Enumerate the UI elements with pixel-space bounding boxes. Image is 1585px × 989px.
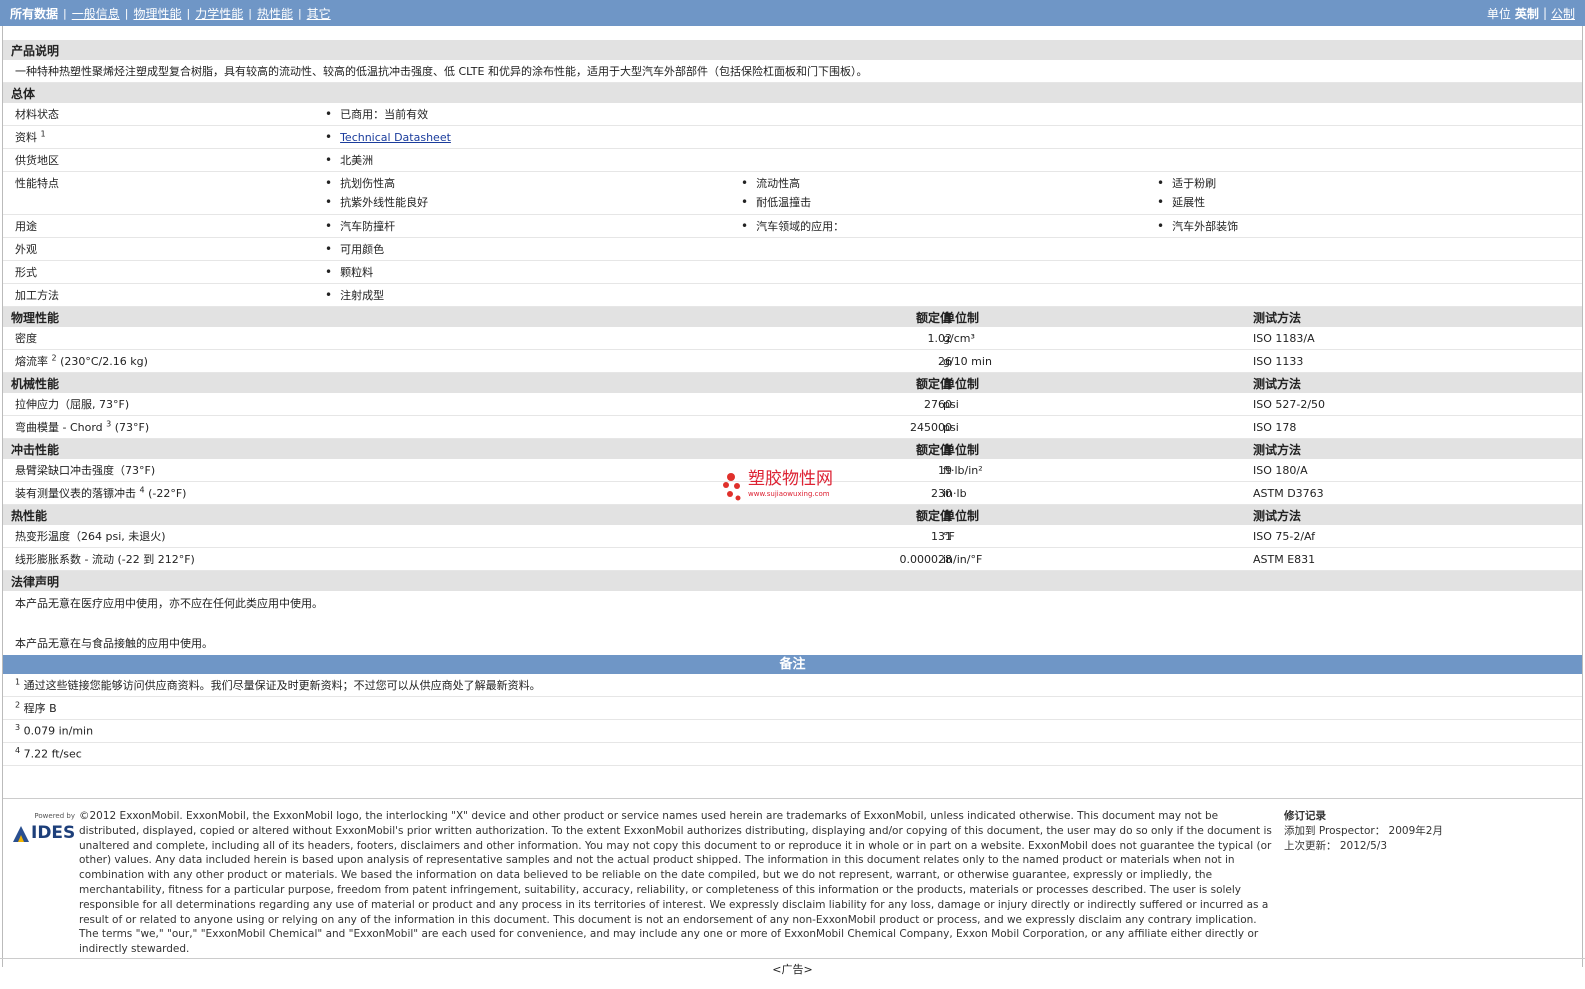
tab-thermal[interactable]: 热性能 (257, 5, 293, 22)
general-row: 供货地区 北美洲 (3, 149, 1582, 172)
ad-placeholder: <广告> (0, 958, 1585, 977)
footer: Powered by IDES ©2012 ExxonMobil. ExxonM… (3, 798, 1582, 967)
ides-logo: Powered by IDES (11, 809, 79, 957)
property-row: 熔流率 2 (230°C/2.16 kg) 26 g/10 min ISO 1133 (3, 350, 1582, 373)
tab-physical[interactable]: 物理性能 (133, 5, 181, 22)
watermark-dots-icon (723, 473, 741, 501)
section-header-legal: 法律声明 (3, 571, 1582, 591)
revision-history: 修订记录 添加到 Prospector： 2009年2月 上次更新： 2012/… (1284, 810, 1443, 852)
note-item: 1 通过这些链接您能够访问供应商资料。我们尽量保证及时更新资料；不过您可以从供应… (3, 674, 1582, 697)
tab-general-info[interactable]: 一般信息 (72, 5, 120, 22)
property-row: 线形膨胀系数 - 流动 (-22 到 212°F) 0.000028 in/in/… (3, 548, 1582, 571)
unit-english[interactable]: 英制 (1515, 5, 1539, 22)
note-item: 2 程序 B (3, 697, 1582, 720)
unit-switcher: 单位 英制 | 公制 (1486, 5, 1575, 22)
section-header-description: 产品说明 (3, 40, 1582, 60)
legal-statement: 本产品无意在医疗应用中使用，亦不应在任何此类应用中使用。 本产品无意在与食品接触… (15, 597, 323, 650)
tab-all-data[interactable]: 所有数据 (10, 5, 58, 22)
general-row: 用途 汽车防撞杆 汽车领域的应用： 汽车外部装饰 (3, 215, 1582, 238)
property-row: 密度 1.02 g/cm³ ISO 1183/A (3, 327, 1582, 350)
watermark: 塑胶物性网 www.sujiaowuxing.com (722, 471, 833, 502)
note-item: 3 0.079 in/min (3, 720, 1582, 743)
technical-datasheet-link[interactable]: Technical Datasheet (340, 131, 451, 144)
property-row: 热变形温度（264 psi, 未退火) 131 °F ISO 75-2/Af (3, 525, 1582, 548)
top-nav-bar: 所有数据 | 一般信息 | 物理性能 | 力学性能 | 热性能 | 其它 单位 … (0, 0, 1585, 26)
general-row: 材料状态 已商用：当前有效 (3, 103, 1582, 126)
unit-metric-link[interactable]: 公制 (1551, 5, 1575, 22)
general-row: 形式 颗粒料 (3, 261, 1582, 284)
notes-header: 备注 (3, 655, 1582, 674)
section-header-physical: 物理性能 额定值 单位制 测试方法 (3, 307, 1582, 327)
general-row: 外观 可用颜色 (3, 238, 1582, 261)
general-row: 资料 1 Technical Datasheet (3, 126, 1582, 149)
section-header-general: 总体 (3, 83, 1582, 103)
general-row: 加工方法 注射成型 (3, 284, 1582, 307)
section-header-impact: 冲击性能 额定值 单位制 测试方法 (3, 439, 1582, 459)
note-item: 4 7.22 ft/sec (3, 743, 1582, 766)
section-header-thermal: 热性能 额定值 单位制 测试方法 (3, 505, 1582, 525)
general-row: 性能特点 抗划伤性高 流动性高 适于粉刷 抗紫外线性能良好 耐低温撞击 延展性 (3, 172, 1582, 215)
section-tabs: 所有数据 | 一般信息 | 物理性能 | 力学性能 | 热性能 | 其它 (10, 5, 331, 22)
property-row: 拉伸应力（屈服, 73°F) 2760 psi ISO 527-2/50 (3, 393, 1582, 416)
section-header-mechanical: 机械性能 额定值 单位制 测试方法 (3, 373, 1582, 393)
ides-logo-icon (13, 825, 29, 842)
tab-mechanical[interactable]: 力学性能 (195, 5, 243, 22)
product-description: 一种特种热塑性聚烯烃注塑成型复合树脂，具有较高的流动性、较高的低温抗冲击强度、低… (3, 60, 1582, 83)
unit-label: 单位 (1486, 6, 1511, 21)
copyright-text: ©2012 ExxonMobil. ExxonMobil, the ExxonM… (79, 810, 1272, 956)
tab-other[interactable]: 其它 (307, 5, 331, 22)
property-row: 弯曲模量 - Chord 3 (73°F) 245000 psi ISO 178 (3, 416, 1582, 439)
